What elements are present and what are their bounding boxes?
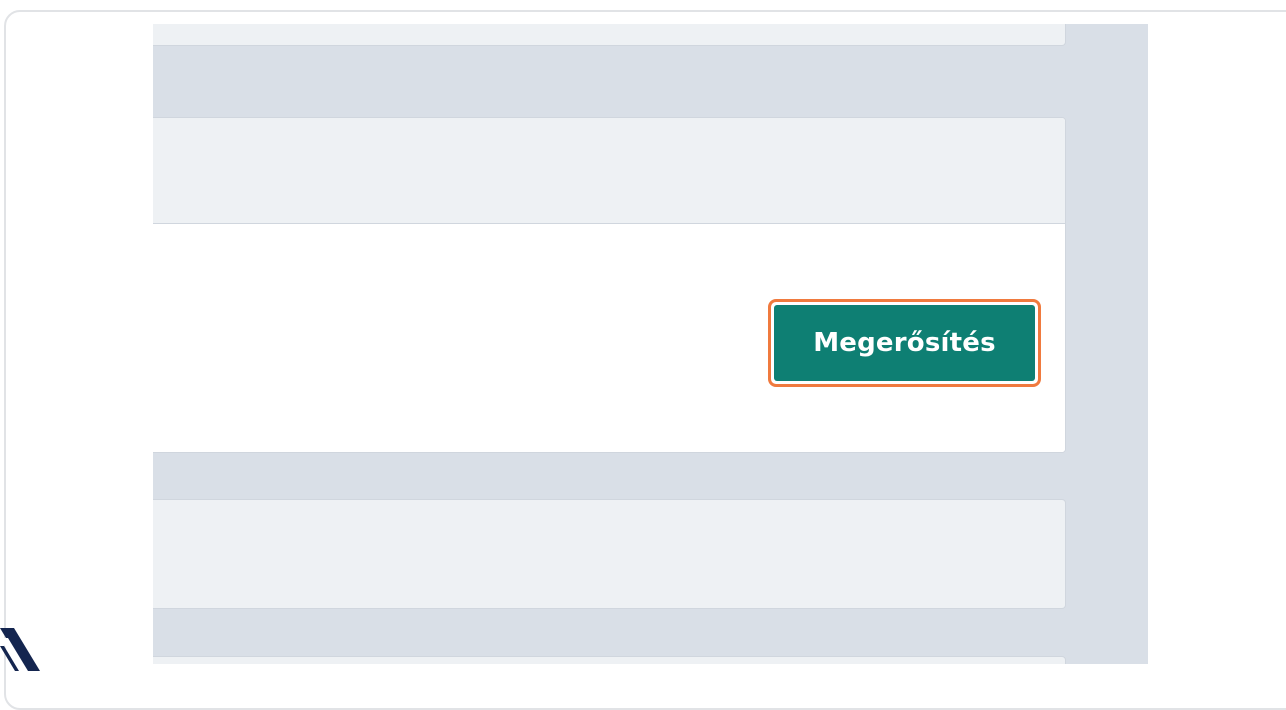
confirmation-card: Megerősítés xyxy=(153,117,1066,453)
confirm-button[interactable]: Megerősítés xyxy=(774,305,1035,381)
panel-bottom xyxy=(153,656,1066,664)
confirm-button-highlight: Megerősítés xyxy=(768,299,1041,387)
panel-lower xyxy=(153,499,1066,609)
card-body: Megerősítés xyxy=(153,224,1065,452)
page-background: Megerősítés xyxy=(153,24,1148,664)
brand-logo-icon xyxy=(0,628,48,671)
card-header xyxy=(153,118,1065,224)
panel-top xyxy=(153,24,1066,46)
